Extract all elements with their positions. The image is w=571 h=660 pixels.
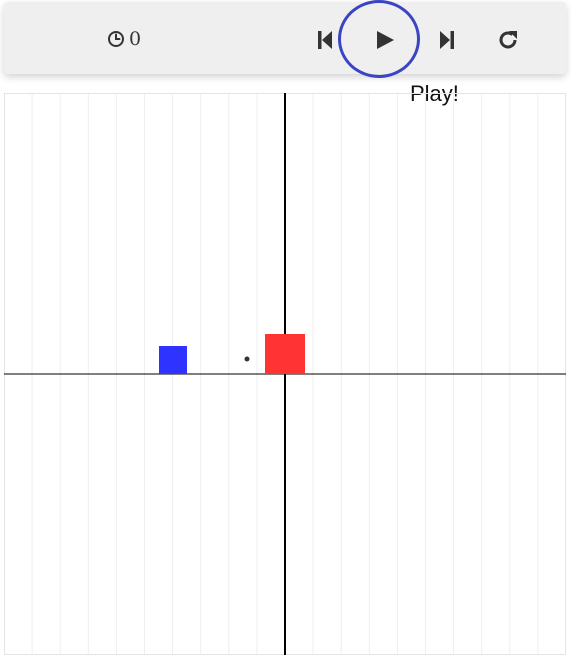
time-readout: 0 xyxy=(107,28,141,50)
red-block xyxy=(265,334,305,374)
reset-button[interactable] xyxy=(493,25,523,55)
play-icon xyxy=(377,31,394,49)
blue-block xyxy=(159,346,187,374)
toolbar: 0 xyxy=(4,2,566,74)
simulation-canvas[interactable] xyxy=(4,93,566,655)
play-button[interactable] xyxy=(370,25,400,55)
step-forward-button[interactable] xyxy=(432,25,462,55)
center-point xyxy=(244,356,250,362)
step-back-button[interactable] xyxy=(310,25,340,55)
skip-forward-icon xyxy=(440,31,454,49)
reload-icon xyxy=(499,31,517,49)
time-value: 0 xyxy=(129,28,142,50)
clock-icon xyxy=(108,31,124,47)
skip-back-icon xyxy=(318,31,332,49)
